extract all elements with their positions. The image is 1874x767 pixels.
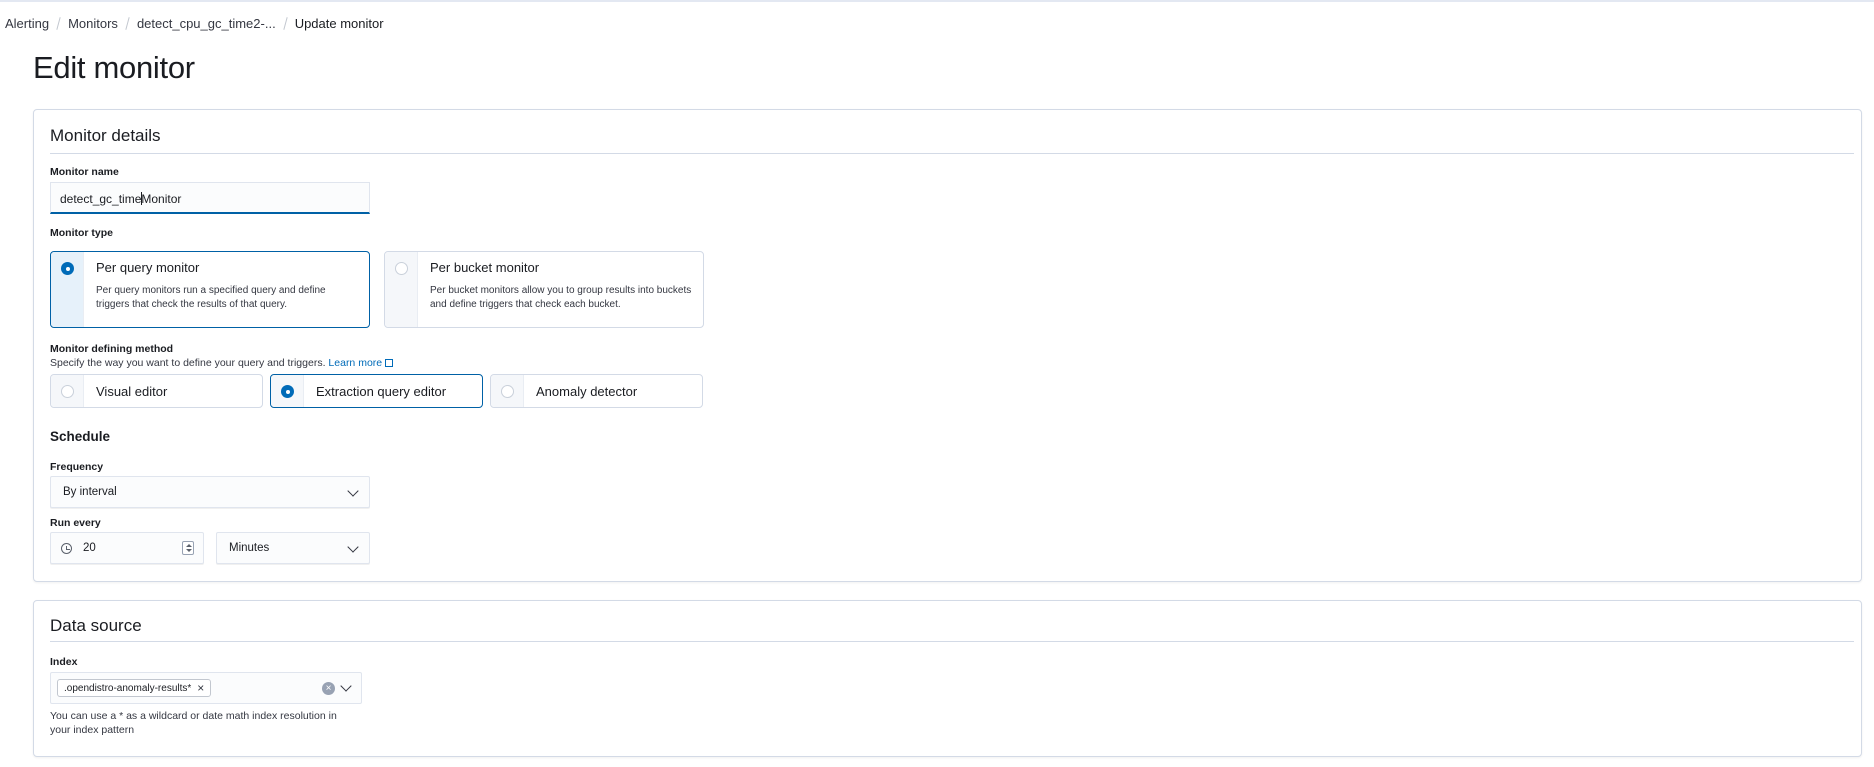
- schedule-heading: Schedule: [50, 429, 111, 444]
- option-label: Anomaly detector: [536, 384, 638, 399]
- breadcrumb-current: Update monitor: [294, 15, 384, 31]
- defining-method-help-text: Specify the way you want to define your …: [50, 357, 326, 369]
- run-every-value: 20: [83, 542, 96, 554]
- run-every-unit: Minutes: [229, 542, 270, 554]
- close-icon[interactable]: ×: [197, 682, 204, 694]
- learn-more-label: Learn more: [328, 357, 383, 369]
- extraction-query-editor-option[interactable]: Extraction query editor: [270, 374, 483, 408]
- card-description: Per bucket monitors allow you to group r…: [430, 285, 692, 310]
- page-title: Edit monitor: [33, 50, 195, 85]
- per-bucket-radio[interactable]: [395, 262, 408, 275]
- panel-title: Monitor details: [50, 126, 161, 145]
- external-link-icon: [385, 359, 394, 367]
- breadcrumb-monitors[interactable]: Monitors: [68, 16, 118, 31]
- index-label: Index: [50, 656, 78, 668]
- defining-method-label: Monitor defining method: [50, 343, 174, 355]
- clock-icon: [61, 543, 72, 554]
- chevron-down-icon[interactable]: [340, 680, 352, 692]
- breadcrumb-separator: [125, 16, 130, 30]
- frequency-select[interactable]: By interval: [50, 476, 370, 508]
- run-every-unit-select[interactable]: Minutes: [216, 532, 370, 564]
- learn-more-link[interactable]: Learn more: [328, 357, 394, 369]
- divider: [50, 153, 1854, 154]
- monitor-type-label: Monitor type: [50, 227, 113, 239]
- breadcrumb-separator: [283, 16, 288, 30]
- index-pill-label: .opendistro-anomaly-results*: [64, 682, 192, 694]
- divider: [50, 641, 1854, 642]
- monitor-name-value-start: detect_gc_time: [60, 192, 142, 206]
- defining-method-help: Specify the way you want to define your …: [50, 356, 394, 370]
- breadcrumb: Alerting Monitors detect_cpu_gc_time2-..…: [5, 14, 384, 32]
- breadcrumb-alerting[interactable]: Alerting: [5, 16, 49, 31]
- monitor-name-label: Monitor name: [50, 166, 119, 178]
- extraction-query-radio[interactable]: [281, 385, 294, 398]
- visual-editor-option[interactable]: Visual editor: [50, 374, 263, 408]
- per-query-monitor-card[interactable]: Per query monitor Per query monitors run…: [50, 251, 370, 328]
- number-stepper[interactable]: [182, 541, 194, 555]
- option-label: Visual editor: [96, 384, 168, 399]
- index-help-text: You can use a * as a wildcard or date ma…: [50, 710, 337, 736]
- visual-editor-radio[interactable]: [61, 385, 74, 398]
- card-title: Per query monitor: [96, 260, 200, 275]
- index-combobox[interactable]: .opendistro-anomaly-results* × ×: [50, 672, 362, 704]
- anomaly-detector-radio[interactable]: [501, 385, 514, 398]
- run-every-number-input[interactable]: 20: [50, 532, 204, 564]
- chevron-down-icon: [347, 485, 359, 497]
- breadcrumb-monitor[interactable]: detect_cpu_gc_time2-...: [137, 16, 276, 31]
- run-every-label: Run every: [50, 517, 101, 529]
- index-pill: .opendistro-anomaly-results* ×: [57, 679, 212, 697]
- option-label: Extraction query editor: [316, 384, 447, 399]
- data-source-panel: Data source Index .opendistro-anomaly-re…: [33, 600, 1862, 757]
- card-description: Per query monitors run a specified query…: [96, 285, 326, 310]
- anomaly-detector-option[interactable]: Anomaly detector: [490, 374, 703, 408]
- per-bucket-monitor-card[interactable]: Per bucket monitor Per bucket monitors a…: [384, 251, 704, 328]
- panel-title: Data source: [50, 616, 142, 635]
- monitor-name-input[interactable]: detect_gc_timeMonitor: [50, 182, 370, 214]
- monitor-name-value-end: Monitor: [141, 192, 182, 206]
- card-title: Per bucket monitor: [430, 260, 540, 275]
- frequency-label: Frequency: [50, 461, 104, 473]
- clear-icon[interactable]: ×: [322, 682, 335, 695]
- frequency-value: By interval: [63, 486, 117, 498]
- chevron-down-icon: [347, 541, 359, 553]
- top-border: [0, 0, 1874, 2]
- per-query-radio[interactable]: [61, 262, 74, 275]
- monitor-details-panel: Monitor details Monitor name detect_gc_t…: [33, 109, 1862, 582]
- breadcrumb-separator: [56, 16, 61, 30]
